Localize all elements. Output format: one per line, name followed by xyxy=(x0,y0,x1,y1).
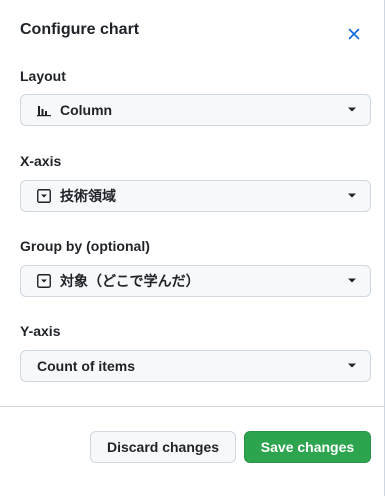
y-axis-label: Y-axis xyxy=(20,323,61,339)
single-select-field-icon xyxy=(36,188,52,204)
layout-select[interactable]: Column xyxy=(20,94,371,126)
group-by-select[interactable]: 対象（どこで学んだ） xyxy=(20,265,371,297)
caret-down-icon xyxy=(344,358,360,374)
y-axis-value: Count of items xyxy=(37,358,135,374)
caret-down-icon xyxy=(344,102,360,118)
close-icon[interactable] xyxy=(344,24,364,44)
caret-down-icon xyxy=(344,188,360,204)
single-select-field-icon xyxy=(36,273,52,289)
x-axis-label: X-axis xyxy=(20,153,62,169)
panel-title: Configure chart xyxy=(20,21,140,38)
footer-divider xyxy=(0,406,385,407)
y-axis-select[interactable]: Count of items xyxy=(20,350,371,382)
x-axis-value: 技術領域 xyxy=(60,188,116,204)
group-by-label: Group by (optional) xyxy=(20,238,150,254)
group-by-value: 対象（どこで学んだ） xyxy=(60,273,200,289)
configure-chart-panel: Configure chart Layout Column X-axis 技術領… xyxy=(0,0,385,496)
layout-value: Column xyxy=(60,102,113,118)
column-chart-icon xyxy=(36,102,52,118)
layout-label: Layout xyxy=(20,68,66,84)
discard-changes-button[interactable]: Discard changes xyxy=(90,431,236,463)
x-axis-select[interactable]: 技術領域 xyxy=(20,180,371,212)
save-changes-button[interactable]: Save changes xyxy=(244,431,371,463)
caret-down-icon xyxy=(344,273,360,289)
